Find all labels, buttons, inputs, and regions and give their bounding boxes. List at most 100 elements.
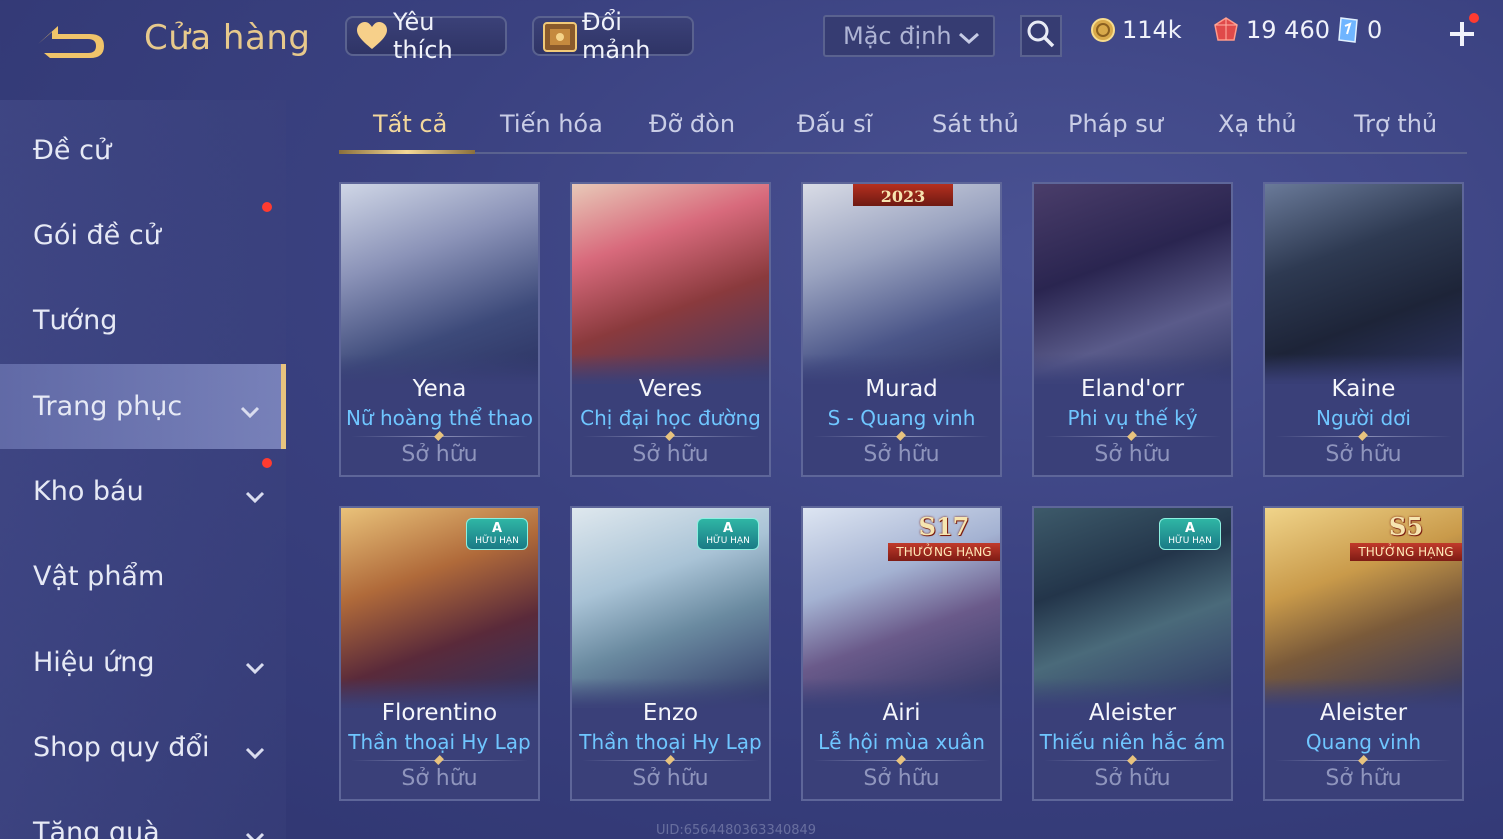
shard-exchange-label: Đổi mảnh [582,8,651,64]
sidebar-item-recommended[interactable]: Đề cử [0,108,286,193]
skin-card[interactable]: Veres Chị đại học đường Sở hữu [570,182,771,477]
ticket-balance: 0 [1335,16,1382,44]
owned-status: Sở hữu [632,442,709,467]
sort-dropdown[interactable]: Mặc định [823,15,995,57]
sidebar-item-label: Hiệu ứng [33,647,155,678]
gold-amount: 114k [1122,16,1182,44]
season-label: S5 [1388,512,1424,541]
skin-name: S - Quang vinh [827,406,976,430]
owned-status: Sở hữu [1325,442,1402,467]
owned-status: Sở hữu [1094,766,1171,791]
chevron-down-icon [244,822,266,839]
tab-tank[interactable]: Đỡ đòn [649,110,735,138]
chevron-down-icon [244,481,266,512]
skin-card[interactable]: S17 THƯỞNG HẠNG Airi Lễ hội mùa xuân Sở … [801,506,1002,801]
notification-dot [262,202,272,212]
sidebar-item-label: Gói đề cử [33,220,161,251]
back-arrow-icon[interactable] [30,18,112,64]
gem-amount: 19 460 [1246,16,1330,44]
hero-name: Kaine [1331,376,1396,402]
favorites-button[interactable]: Yêu thích [345,8,507,64]
sidebar-item-items[interactable]: Vật phẩm [0,534,286,619]
tab-marksman[interactable]: Xạ thủ [1218,110,1297,138]
badge-text: HỮU HẠN [706,536,750,546]
hero-name: Enzo [642,700,699,726]
skin-name: Quang vinh [1305,730,1422,754]
sidebar-item-gifts[interactable]: Tặng quà [0,790,286,839]
skin-name: Thần thoại Hy Lạp [348,730,531,754]
limited-grade-badge: A HỮU HẠN [697,518,759,550]
user-id-watermark: UID:6564480363340849 [656,823,817,838]
tab-all[interactable]: Tất cả [373,110,447,138]
top-bar: Cửa hàng Yêu thích Đổi mảnh Mặc định 114… [0,0,1503,80]
skin-card[interactable]: A HỮU HẠN Florentino Thần thoại Hy Lạp Sở… [339,506,540,801]
sidebar-item-effects[interactable]: Hiệu ứng [0,620,286,705]
hero-name: Veres [638,376,703,402]
hero-name: Eland'orr [1080,376,1185,402]
sidebar-item-label: Đề cử [33,135,112,166]
season-rank-badge: S5 THƯỞNG HẠNG [1350,512,1462,566]
skin-name: Phi vụ thế kỷ [1067,406,1198,430]
sidebar-item-label: Tặng quà [33,817,160,839]
notification-dot [1469,13,1479,23]
tab-support[interactable]: Trợ thủ [1354,110,1437,138]
rank-label: THƯỞNG HẠNG [1350,543,1462,561]
badge-text: HỮU HẠN [1168,536,1212,546]
skin-card[interactable]: Kaine Người dơi Sở hữu [1263,182,1464,477]
skin-card[interactable]: A HỮU HẠN Aleister Thiếu niên hắc ám Sở h… [1032,506,1233,801]
gem-balance: 19 460 [1212,16,1330,44]
owned-status: Sở hữu [863,442,940,467]
badge-text: HỮU HẠN [475,536,519,546]
season-rank-badge: S17 THƯỞNG HẠNG [888,512,1000,566]
sidebar-item-label: Vật phẩm [33,561,165,592]
ruby-gem-icon [1212,16,1240,44]
tab-mage[interactable]: Pháp sư [1068,110,1163,138]
hero-name: Murad [865,376,938,402]
sidebar-item-label: Kho báu [33,476,144,507]
owned-status: Sở hữu [401,766,478,791]
skin-name: Thiếu niên hắc ám [1039,730,1226,754]
sidebar-item-treasure[interactable]: Kho báu [0,449,286,534]
page-title: Cửa hàng [144,18,311,58]
skin-name: Người dơi [1316,406,1411,430]
skin-name: Lễ hội mùa xuân [818,730,985,754]
search-button[interactable] [1020,15,1062,57]
role-tabs: Tất cả Tiến hóa Đỡ đòn Đấu sĩ Sát thủ Ph… [339,100,1467,154]
shard-exchange-button[interactable]: Đổi mảnh [532,8,694,64]
rank-label: THƯỞNG HẠNG [888,543,1000,561]
sidebar-item-heroes[interactable]: Tướng [0,278,286,363]
sidebar-item-recommended-packs[interactable]: Gói đề cử [0,193,286,278]
skin-card[interactable]: Yena Nữ hoàng thể thao Sở hữu [339,182,540,477]
skin-card[interactable]: 2023 Murad S - Quang vinh Sở hữu [801,182,1002,477]
sidebar-item-exchange-shop[interactable]: Shop quy đổi [0,705,286,790]
hero-name: Airi [882,700,921,726]
sort-value: Mặc định [843,22,952,50]
limited-grade-badge: A HỮU HẠN [1159,518,1221,550]
skin-card[interactable]: S5 THƯỞNG HẠNG Aleister Quang vinh Sở hữ… [1263,506,1464,801]
skin-card[interactable]: A HỮU HẠN Enzo Thần thoại Hy Lạp Sở hữu [570,506,771,801]
chevron-down-icon [244,652,266,683]
favorites-label: Yêu thích [393,8,453,64]
season-label: S17 [918,512,970,541]
owned-status: Sở hữu [401,442,478,467]
sidebar-item-skins[interactable]: Trang phục [0,364,286,449]
owned-status: Sở hữu [1094,442,1171,467]
chevron-down-icon [957,26,981,54]
active-tab-indicator [339,150,475,154]
search-icon [1026,19,1056,53]
hero-name: Aleister [1319,700,1408,726]
skin-name: Thần thoại Hy Lạp [579,730,762,754]
gold-coin-icon [1090,17,1116,43]
limited-grade-badge: A HỮU HẠN [466,518,528,550]
tab-assassin[interactable]: Sát thủ [932,110,1019,138]
tab-evolution[interactable]: Tiến hóa [500,110,603,138]
tab-fighter[interactable]: Đấu sĩ [797,110,872,138]
sidebar: Đề cử Gói đề cử Tướng Trang phục Kho báu… [0,100,286,839]
owned-status: Sở hữu [1325,766,1402,791]
skin-card[interactable]: Eland'orr Phi vụ thế kỷ Sở hữu [1032,182,1233,477]
badge-grade: A [491,521,503,536]
gold-balance: 114k [1090,16,1182,44]
notification-dot [262,458,272,468]
skin-name: Nữ hoàng thể thao [345,406,534,430]
ticket-card-icon [1335,16,1361,44]
